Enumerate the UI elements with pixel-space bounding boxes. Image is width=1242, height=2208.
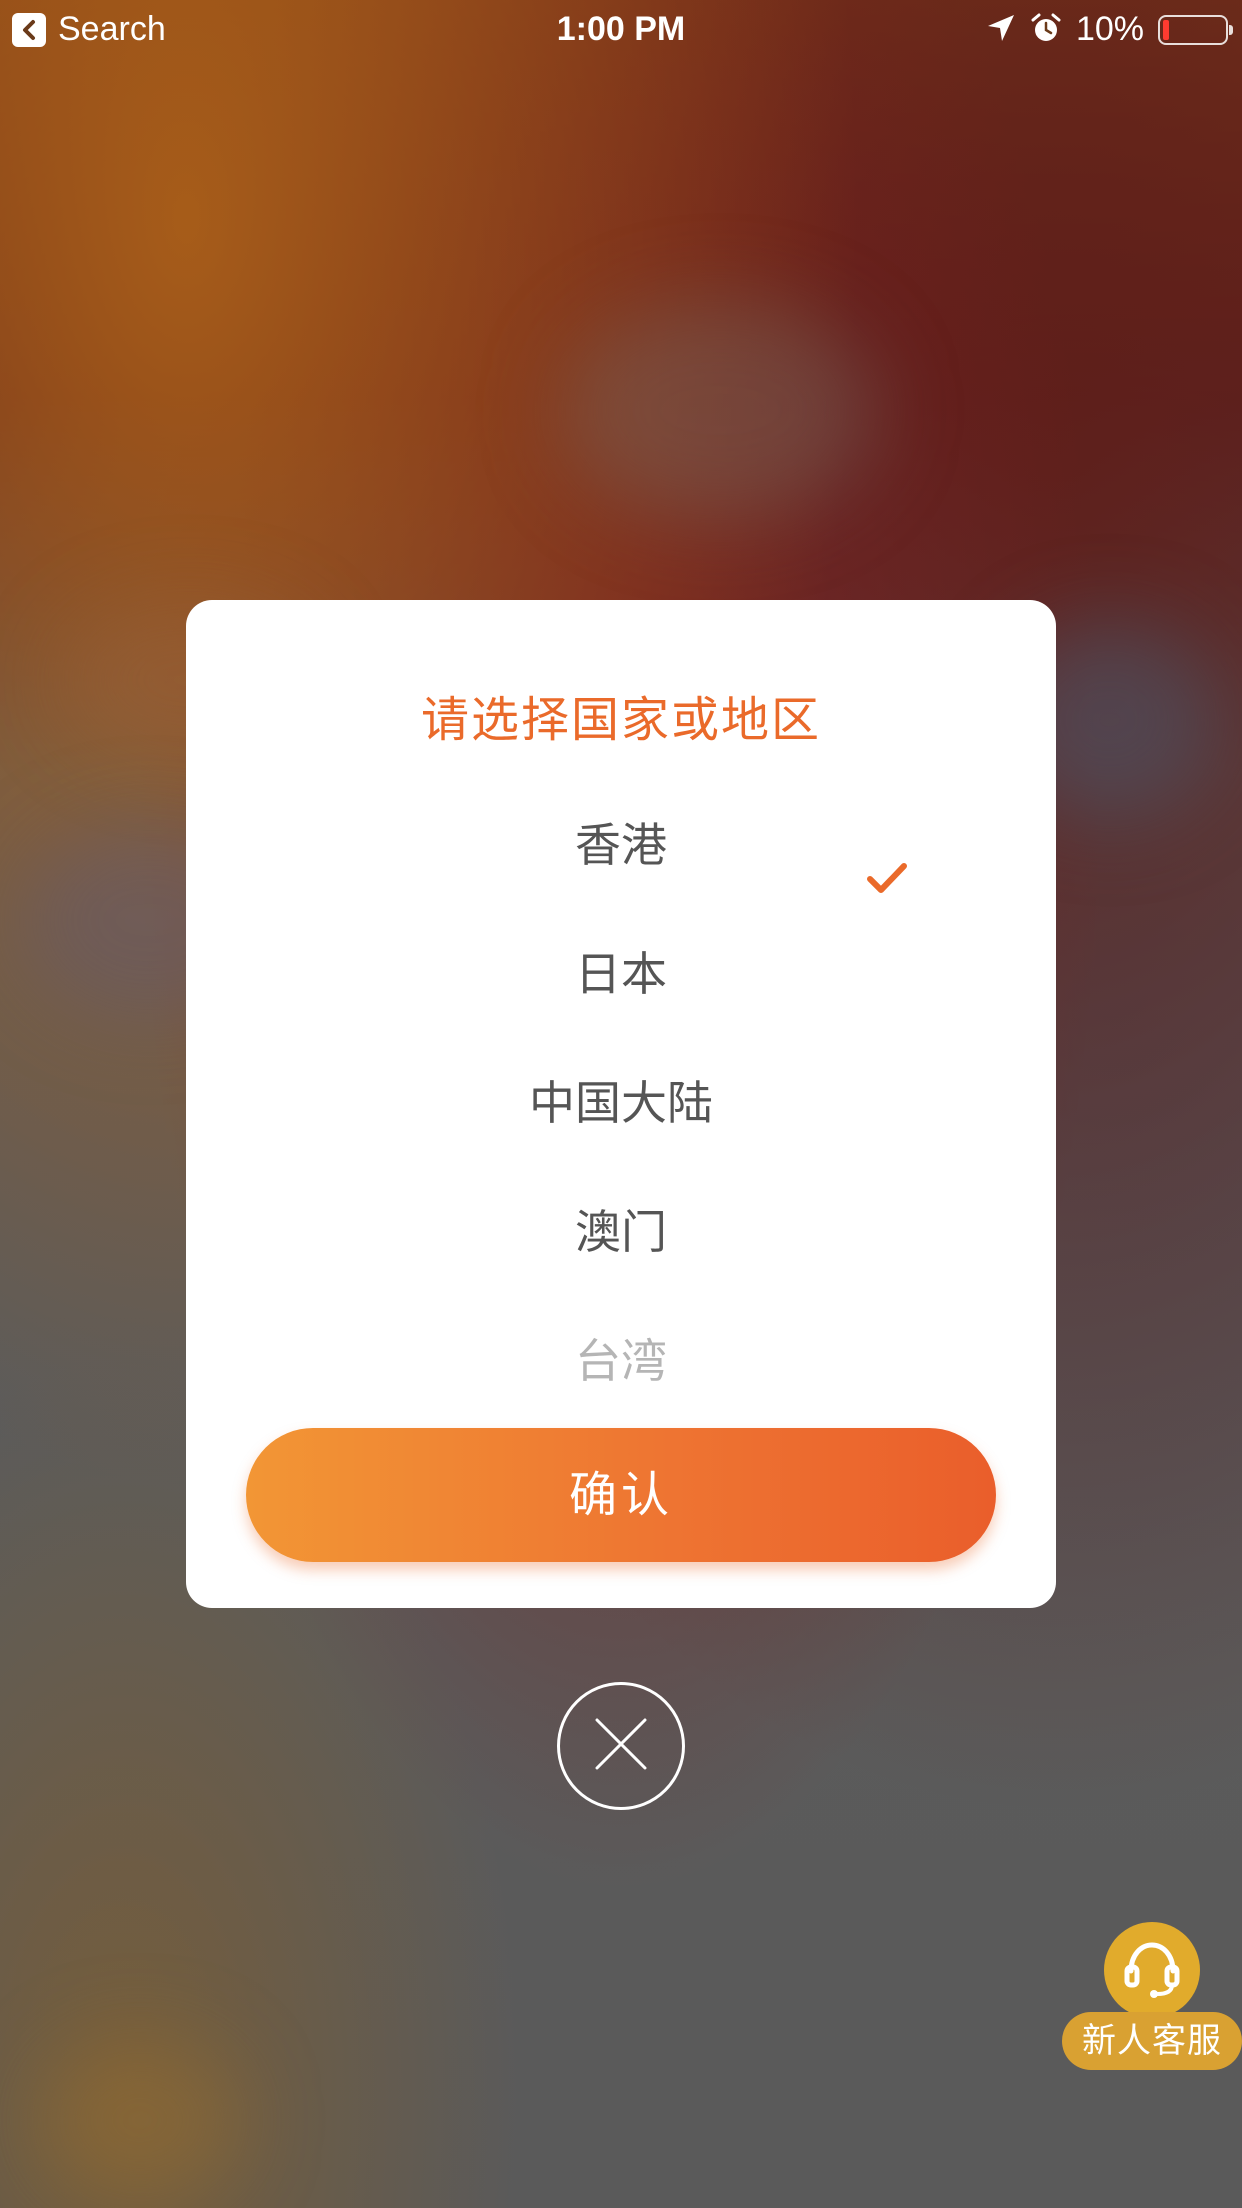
region-option-label: 台湾 [575,1334,667,1388]
region-option-label: 澳门 [575,1205,667,1259]
location-arrow-icon [986,13,1016,47]
region-option-label: 中国大陆 [529,1076,713,1130]
dialog-title: 请选择国家或地区 [420,692,821,748]
region-option-taiwan[interactable]: 台湾 [186,1306,1056,1416]
customer-service-widget[interactable]: 新人客服 [1062,1922,1242,2072]
region-option-label: 香港 [575,818,667,872]
battery-level [1163,19,1169,40]
close-icon [591,1714,651,1778]
status-bar: Search 1:00 PM 10% [0,0,1242,62]
region-option-label: 日本 [575,947,667,1001]
region-picker-dialog: 请选择国家或地区 香港 日本 中国大陆 澳门 台湾 确认 [186,600,1056,1608]
battery-percent: 10% [1075,10,1144,48]
service-bubble [1104,1922,1200,2018]
background-blob [40,2040,240,2200]
confirm-button[interactable]: 确认 [246,1428,996,1562]
alarm-icon [1030,12,1062,48]
checkmark-icon [866,826,908,893]
service-label: 新人客服 [1062,2012,1242,2070]
region-option-mainland-china[interactable]: 中国大陆 [186,1048,1056,1158]
region-option-japan[interactable]: 日本 [186,919,1056,1029]
region-option-macau[interactable]: 澳门 [186,1177,1056,1287]
headset-icon [1121,1937,1183,2003]
status-indicators: 10% [986,10,1233,49]
region-option-hongkong[interactable]: 香港 [186,790,1056,900]
background-blob [560,300,880,520]
battery-icon [1158,14,1233,45]
close-button[interactable] [557,1682,685,1810]
